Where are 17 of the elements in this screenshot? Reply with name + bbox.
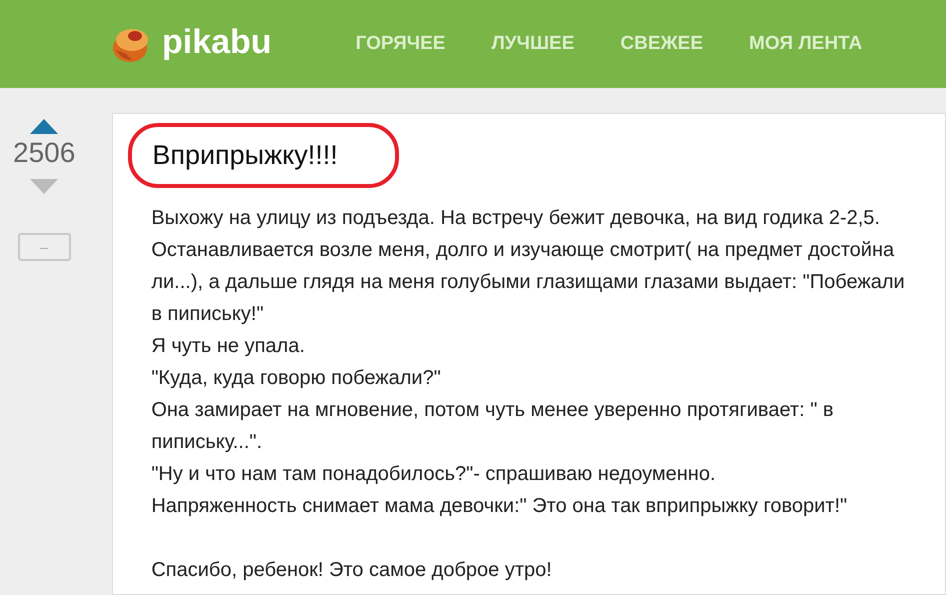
nav-link[interactable]: МОЯ ЛЕНТА: [749, 30, 862, 58]
post-paragraph: Напряженность снимает мама девочки:" Это она так вприпрыжку говорит!": [151, 494, 848, 519]
downvote-arrow-icon[interactable]: [30, 179, 58, 194]
post-paragraph: Спасибо, ребенок! Это самое доброе утро!: [151, 558, 553, 583]
rating-count: 2506: [13, 139, 76, 167]
post-paragraph: "Ну и что нам там понадобилось?"- спрашиваю недоуменно.: [151, 462, 717, 487]
post-paragraph: Выхожу на улицу из подъезда. На встречу бежит девочка, на вид годика 2-2,5. Останавливается возле меня, долго и изучающе смотрит( на предмет достойна ли...), а дальше глядя на меня голубыми глазищами глазами выдает: "Побежали в пипиську!": [151, 206, 906, 327]
post-paragraph: "Куда, куда говорю побежали?": [151, 366, 442, 391]
nav-link[interactable]: СВЕЖЕЕ: [620, 30, 704, 58]
collapse-button[interactable]: –: [18, 233, 71, 261]
upvote-arrow-icon[interactable]: [30, 119, 58, 134]
nav-link[interactable]: ЛУЧШЕЕ: [491, 30, 574, 58]
nav-link[interactable]: ГОРЯЧЕЕ: [356, 30, 446, 58]
logo-text[interactable]: pikabu: [162, 25, 272, 63]
post-title: Вприпрыжку!!!!: [152, 139, 338, 172]
post-paragraph: Она замирает на мгновение, потом чуть менее уверенно протягивает: " в пипиську...".: [151, 398, 834, 455]
post-paragraph: Я чуть не упала.: [151, 334, 306, 359]
